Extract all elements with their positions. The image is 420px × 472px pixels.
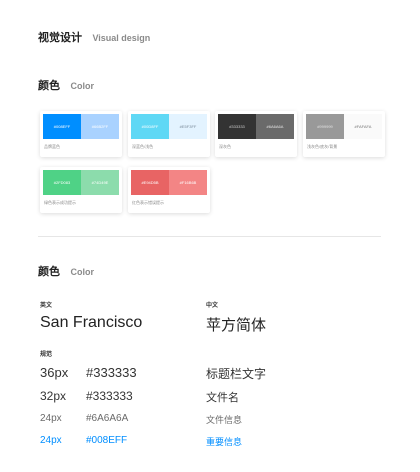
section-title-en: Color — [70, 81, 94, 91]
color-swatch: #F16B6B — [169, 170, 207, 195]
color-swatch: #74D49E — [81, 170, 119, 195]
color-swatch: #E94D5B — [131, 170, 169, 195]
color-caption: 浅灰色/底灰/背景 — [307, 144, 338, 149]
color-swatch: #999999 — [306, 114, 344, 139]
section-divider — [38, 236, 381, 237]
color-swatch: #008EFF — [43, 114, 81, 139]
spec-desc: 文件信息 — [206, 415, 243, 425]
font-label-cn: 中文 — [206, 303, 219, 309]
spec-size: 24px — [40, 413, 62, 424]
section-title-cn: 颜色 — [38, 80, 60, 92]
section-title-en: Color — [70, 267, 94, 277]
swatch-row: #008EFF #66B2FF — [43, 114, 119, 139]
font-name-cn: 苹方简体 — [206, 317, 267, 334]
spec-desc: 文件名 — [206, 392, 239, 404]
color-swatch: #00D8FF — [131, 114, 169, 139]
color-swatch: #6A6A6A — [256, 114, 294, 139]
font-name-en: San Francisco — [40, 314, 143, 331]
color-swatch: #FAFAFA — [344, 114, 382, 139]
spec-hex: #333333 — [86, 389, 133, 403]
color-caption: 红色表示错误提示 — [132, 200, 164, 205]
spec-hex: #333333 — [86, 365, 137, 380]
spec-hex: #008EFF — [86, 435, 128, 446]
color-swatch: #2FD083 — [43, 170, 81, 195]
color-card: #999999 #FAFAFA 浅灰色/底灰/背景 — [303, 111, 385, 157]
color-caption: 深蓝色/浅色 — [132, 144, 154, 149]
color-card: #00D8FF #E5F3FF 深蓝色/浅色 — [128, 111, 210, 157]
color-card: #333333 #6A6A6A 深灰色 — [215, 111, 297, 157]
spec-size: 36px — [40, 365, 69, 380]
font-label-en: 英文 — [40, 303, 53, 309]
swatch-row: #E94D5B #F16B6B — [131, 170, 207, 195]
spec-size: 24px — [40, 435, 62, 446]
section-title-cn: 颜色 — [38, 266, 60, 278]
color-caption: 深灰色 — [219, 144, 231, 149]
spec-size: 32px — [40, 389, 67, 403]
color-swatch: #E5F3FF — [169, 114, 207, 139]
color-swatch: #66B2FF — [81, 114, 119, 139]
section-heading-typography: 颜色 Color — [38, 262, 94, 280]
spec-desc: 重要信息 — [206, 437, 243, 447]
section-heading-visual-design: 视觉设计 Visual design — [38, 28, 150, 46]
color-caption: 绿色表示成功提示 — [44, 200, 76, 205]
section-title-en: Visual design — [92, 33, 151, 43]
color-card: #E94D5B #F16B6B 红色表示错误提示 — [128, 167, 210, 213]
color-caption: 品牌蓝色 — [44, 144, 60, 149]
section-heading-color: 颜色 Color — [38, 76, 94, 94]
color-swatch: #333333 — [218, 114, 256, 139]
swatch-row: #00D8FF #E5F3FF — [131, 114, 207, 139]
spec-desc: 标题栏文字 — [206, 367, 267, 381]
color-card: #008EFF #66B2FF 品牌蓝色 — [40, 111, 122, 157]
spec-label: 规范 — [40, 352, 53, 358]
section-title-cn: 视觉设计 — [38, 32, 82, 44]
swatch-row: #2FD083 #74D49E — [43, 170, 119, 195]
color-card: #2FD083 #74D49E 绿色表示成功提示 — [40, 167, 122, 213]
swatch-row: #999999 #FAFAFA — [306, 114, 382, 139]
spec-hex: #6A6A6A — [86, 413, 129, 424]
swatch-row: #333333 #6A6A6A — [218, 114, 294, 139]
